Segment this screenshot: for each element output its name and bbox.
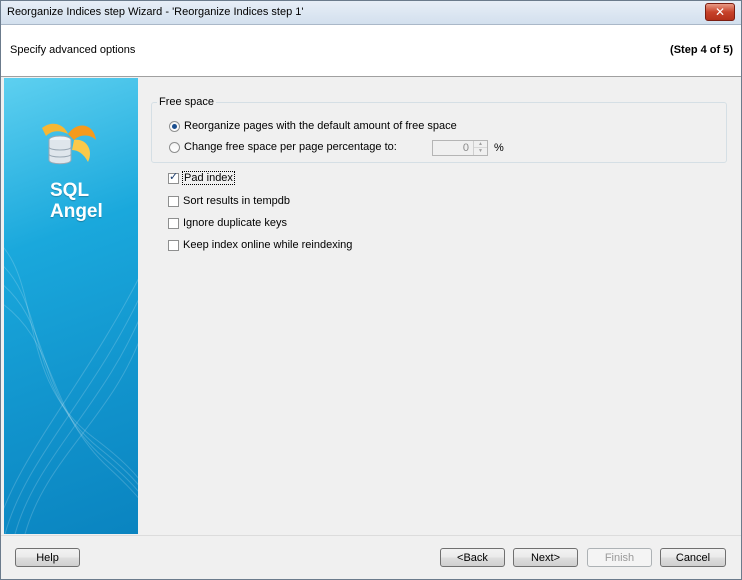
title-bar[interactable]: Reorganize Indices step Wizard - 'Reorga… [1, 1, 741, 25]
back-button[interactable]: <Back [440, 548, 505, 567]
next-button[interactable]: Next> [513, 548, 578, 567]
radio-default-indicator[interactable] [169, 120, 180, 132]
radio-selected-dot [172, 123, 177, 129]
keep-online-label: Keep index online while reindexing [183, 239, 353, 251]
wizard-content: Free space Reorganize pages with the def… [139, 78, 741, 534]
radio-change-free-space[interactable]: Change free space per page percentage to… [169, 141, 397, 153]
pad-index-label: Pad index [182, 171, 235, 185]
radio-default-free-space[interactable]: Reorganize pages with the default amount… [169, 120, 457, 132]
sort-tempdb-label: Sort results in tempdb [183, 195, 290, 207]
logo-line-angel: Angel [50, 201, 103, 222]
cancel-button[interactable]: Cancel [660, 548, 726, 567]
close-icon: ✕ [714, 5, 726, 19]
finish-button[interactable]: Finish [587, 548, 652, 567]
free-space-percentage-stepper[interactable]: 0 ▲ ▼ [432, 140, 488, 156]
sql-angel-logo-icon [42, 123, 96, 165]
sort-tempdb-checkbox[interactable] [168, 195, 179, 207]
step-indicator: (Step 4 of 5) [670, 44, 733, 56]
stepper-buttons: ▲ ▼ [473, 141, 487, 155]
wizard-footer: Help <Back Next> Finish Cancel [1, 535, 741, 579]
page-subtitle: Specify advanced options [10, 44, 136, 56]
check-mark-icon: ✓ [169, 170, 179, 183]
radio-default-label: Reorganize pages with the default amount… [184, 120, 457, 132]
pad-index-checkbox[interactable]: ✓ [168, 170, 179, 184]
checkbox-ignore-duplicate-keys[interactable]: Ignore duplicate keys [168, 217, 287, 229]
wizard-header: Specify advanced options (Step 4 of 5) [1, 25, 741, 77]
ignore-dup-checkbox[interactable] [168, 217, 179, 229]
stepper-down-arrow-icon[interactable]: ▼ [474, 148, 487, 155]
sidebar-logo-text: SQL Angel [50, 180, 103, 222]
wizard-sidebar: SQL Angel [4, 78, 138, 534]
percent-unit-label: % [494, 142, 504, 154]
checkbox-keep-online[interactable]: Keep index online while reindexing [168, 239, 352, 251]
help-button[interactable]: Help [15, 548, 80, 567]
free-space-legend: Free space [157, 96, 217, 108]
close-button[interactable]: ✕ [705, 3, 735, 21]
percentage-value: 0 [462, 142, 469, 154]
logo-line-sql: SQL [50, 180, 90, 201]
radio-change-label: Change free space per page percentage to… [184, 141, 397, 153]
ignore-dup-label: Ignore duplicate keys [183, 217, 287, 229]
checkbox-sort-tempdb[interactable]: Sort results in tempdb [168, 195, 290, 207]
radio-change-indicator[interactable] [169, 141, 180, 153]
checkbox-pad-index[interactable]: ✓ Pad index [168, 170, 235, 185]
stepper-up-arrow-icon[interactable]: ▲ [474, 141, 487, 148]
keep-online-checkbox[interactable] [168, 239, 179, 251]
window-title: Reorganize Indices step Wizard - 'Reorga… [7, 6, 304, 18]
wizard-window: Reorganize Indices step Wizard - 'Reorga… [0, 0, 742, 580]
